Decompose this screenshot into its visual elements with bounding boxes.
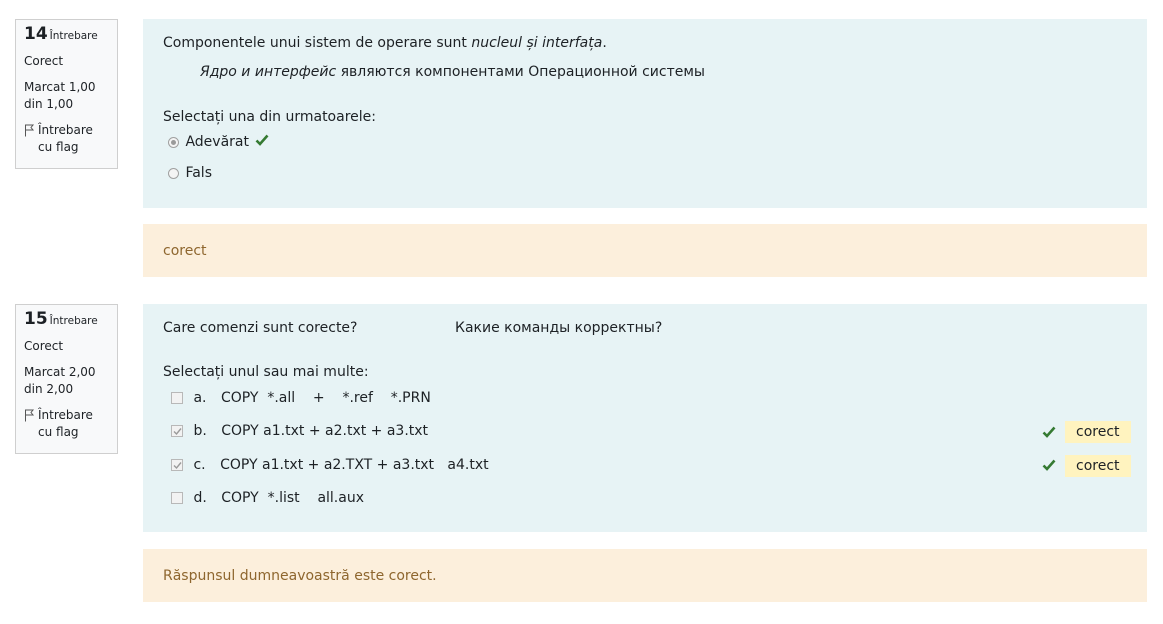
question-grade: Marcat 2,00 din 2,00 (24, 365, 96, 396)
answer-prompt: Selectați una din urmatoarele: (163, 109, 376, 125)
question-info-14: 14 Întrebare Corect Marcat 1,00 din 1,00 … (15, 19, 118, 169)
question-info-15: 15 Întrebare Corect Marcat 2,00 din 2,00 … (15, 304, 118, 454)
question-text-ru-italic: Ядро и интерфейс (200, 64, 337, 80)
question-text-ru: Ядро и интерфейс являются компонентами О… (200, 64, 705, 80)
question-number: 14 (24, 24, 48, 44)
flag-icon (24, 409, 35, 422)
question-text-end: . (602, 35, 607, 51)
option-d[interactable]: d. COPY *.list all.aux (171, 490, 364, 506)
quiz-review-page: 14 Întrebare Corect Marcat 1,00 din 1,00 … (0, 0, 1163, 624)
radio-true[interactable] (168, 136, 179, 148)
question-text-ru: Какие команды корректны? (455, 320, 663, 336)
option-label: Fals (185, 165, 212, 181)
flag-question-link[interactable]: Întrebare cu flag (24, 407, 109, 441)
option-label: Adevărat (185, 134, 249, 150)
question-number-row: 14 Întrebare (24, 26, 109, 45)
question-number-row: 15 Întrebare (24, 311, 109, 330)
flag-label: Întrebare cu flag (38, 123, 93, 154)
radio-false[interactable] (168, 167, 179, 179)
option-letter: a. (193, 390, 207, 406)
correct-badge: corect (1065, 421, 1131, 443)
correct-badge: corect (1065, 455, 1131, 477)
option-letter: d. (193, 490, 207, 506)
option-c[interactable]: c. COPY a1.txt + a2.TXT + a3.txt a4.txt (171, 457, 489, 473)
option-label: COPY *.all + *.ref *.PRN (220, 390, 431, 406)
question-formulation-14: Componentele unui sistem de operare sunt… (143, 19, 1147, 208)
check-icon (1042, 423, 1056, 442)
question-text-plain: Componentele unui sistem de operare sunt (163, 35, 472, 51)
option-letter: b. (193, 423, 207, 439)
checkbox-d[interactable] (171, 492, 183, 504)
question-text: Care comenzi sunt corecte? (163, 320, 358, 336)
flag-icon (24, 124, 35, 137)
question-text-italic: nucleul și interfața (471, 35, 603, 51)
question-feedback-14: corect (143, 224, 1147, 277)
question-text: Componentele unui sistem de operare sunt… (163, 35, 607, 51)
question-formulation-15: Care comenzi sunt corecte? Какие команды… (143, 304, 1147, 532)
check-icon (1042, 456, 1056, 475)
flag-question-link[interactable]: Întrebare cu flag (24, 122, 109, 156)
question-state: Corect (24, 54, 64, 68)
option-label: COPY a1.txt + a2.txt + a3.txt (221, 423, 429, 439)
question-text-ru-plain: являются компонентами Операционной систе… (336, 64, 705, 80)
question-feedback-15: Răspunsul dumneavoastră este corect. (143, 549, 1147, 602)
checkbox-c[interactable] (171, 459, 183, 471)
question-state: Corect (24, 339, 64, 353)
option-label: COPY a1.txt + a2.TXT + a3.txt a4.txt (220, 457, 489, 473)
feedback-text: corect (163, 242, 207, 259)
question-number: 15 (24, 309, 48, 329)
question-word: Întrebare (49, 315, 98, 327)
check-icon (255, 134, 269, 150)
flag-label: Întrebare cu flag (38, 408, 93, 439)
option-b[interactable]: b. COPY a1.txt + a2.txt + a3.txt (171, 423, 428, 439)
feedback-text: Răspunsul dumneavoastră este corect. (163, 567, 437, 584)
answer-prompt: Selectați unul sau mai multe: (163, 364, 369, 380)
option-false[interactable]: Fals (168, 165, 212, 181)
question-word: Întrebare (49, 30, 98, 42)
option-true[interactable]: Adevărat (168, 134, 269, 150)
checkbox-b[interactable] (171, 425, 183, 437)
option-a[interactable]: a. COPY *.all + *.ref *.PRN (171, 390, 431, 406)
option-label: COPY *.list all.aux (221, 490, 364, 506)
question-grade: Marcat 1,00 din 1,00 (24, 80, 96, 111)
checkbox-a[interactable] (171, 392, 183, 404)
option-letter: c. (193, 457, 206, 473)
